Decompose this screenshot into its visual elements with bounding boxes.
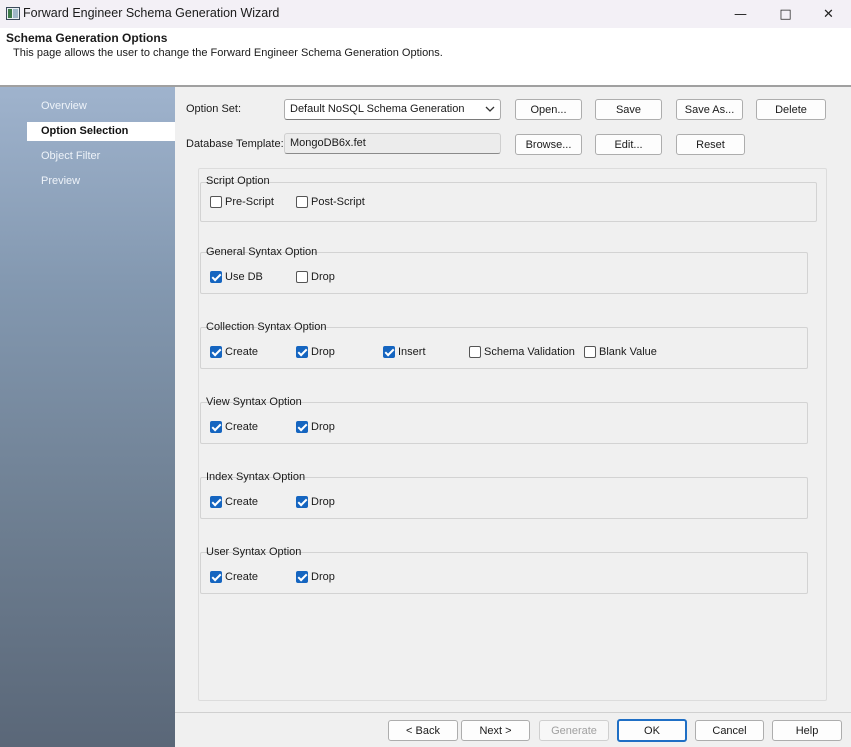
collection-drop-checkbox[interactable]: Drop bbox=[296, 346, 335, 358]
checkbox-box bbox=[210, 571, 222, 583]
app-icon bbox=[6, 7, 20, 20]
save-as-button[interactable]: Save As... bbox=[676, 99, 743, 120]
checkbox-box bbox=[296, 346, 308, 358]
user-syntax-group bbox=[200, 552, 808, 594]
checkbox-label: Insert bbox=[398, 346, 426, 358]
checkbox-box bbox=[210, 421, 222, 433]
collection-insert-checkbox[interactable]: Insert bbox=[383, 346, 426, 358]
collection-syntax-title: Collection Syntax Option bbox=[206, 321, 327, 333]
index-create-checkbox[interactable]: Create bbox=[210, 496, 258, 508]
open-button[interactable]: Open... bbox=[515, 99, 582, 120]
script-option-title: Script Option bbox=[206, 175, 270, 187]
back-button[interactable]: < Back bbox=[388, 720, 458, 741]
collection-create-checkbox[interactable]: Create bbox=[210, 346, 258, 358]
index-drop-checkbox[interactable]: Drop bbox=[296, 496, 335, 508]
ok-button[interactable]: OK bbox=[617, 719, 687, 742]
option-set-select[interactable]: Default NoSQL Schema Generation bbox=[284, 99, 501, 120]
checkbox-box bbox=[296, 571, 308, 583]
checkbox-label: Create bbox=[225, 421, 259, 433]
checkbox-box bbox=[296, 421, 308, 433]
sidebar-item-preview[interactable]: Preview bbox=[27, 172, 175, 191]
checkbox-box bbox=[210, 496, 222, 508]
pre-script-checkbox[interactable]: Pre-Script bbox=[210, 196, 274, 208]
checkbox-label: Pre-Script bbox=[225, 196, 274, 208]
view-syntax-group bbox=[200, 402, 808, 444]
checkbox-label: Create bbox=[225, 346, 259, 358]
user-drop-checkbox[interactable]: Drop bbox=[296, 571, 335, 583]
generate-button[interactable]: Generate bbox=[539, 720, 609, 741]
checkbox-label: Use DB bbox=[225, 271, 263, 283]
window-title: Forward Engineer Schema Generation Wizar… bbox=[23, 6, 280, 20]
collection-schema-validation-checkbox[interactable]: Schema Validation bbox=[469, 346, 575, 358]
view-create-checkbox[interactable]: Create bbox=[210, 421, 258, 433]
page-description: This page allows the user to change the … bbox=[13, 47, 443, 59]
collection-blank-value-checkbox[interactable]: Blank Value bbox=[584, 346, 657, 358]
checkbox-box bbox=[469, 346, 481, 358]
general-syntax-title: General Syntax Option bbox=[206, 246, 318, 258]
sidebar-item-object-filter[interactable]: Object Filter bbox=[27, 147, 175, 166]
view-syntax-title: View Syntax Option bbox=[206, 396, 302, 408]
checkbox-label: Post-Script bbox=[311, 196, 365, 208]
checkbox-box bbox=[383, 346, 395, 358]
checkbox-box bbox=[296, 196, 308, 208]
index-syntax-group bbox=[200, 477, 808, 519]
page-title: Schema Generation Options bbox=[6, 31, 168, 45]
post-script-checkbox[interactable]: Post-Script bbox=[296, 196, 365, 208]
script-option-group bbox=[200, 182, 817, 222]
help-button[interactable]: Help bbox=[772, 720, 842, 741]
view-drop-checkbox[interactable]: Drop bbox=[296, 421, 335, 433]
checkbox-label: Drop bbox=[311, 496, 335, 508]
user-syntax-title: User Syntax Option bbox=[206, 546, 302, 558]
footer-divider bbox=[175, 712, 851, 713]
browse-button[interactable]: Browse... bbox=[515, 134, 582, 155]
next-button[interactable]: Next > bbox=[461, 720, 530, 741]
cancel-button[interactable]: Cancel bbox=[695, 720, 764, 741]
option-set-label: Option Set: bbox=[186, 103, 242, 115]
general-syntax-group bbox=[200, 252, 808, 294]
close-button[interactable]: ✕ bbox=[806, 0, 851, 28]
checkbox-label: Schema Validation bbox=[484, 346, 575, 358]
sidebar-item-option-selection[interactable]: Option Selection bbox=[27, 122, 175, 141]
checkbox-box bbox=[210, 196, 222, 208]
index-syntax-title: Index Syntax Option bbox=[206, 471, 306, 483]
checkbox-box bbox=[210, 271, 222, 283]
general-use-db-checkbox[interactable]: Use DB bbox=[210, 271, 263, 283]
checkbox-box bbox=[210, 346, 222, 358]
checkbox-label: Blank Value bbox=[599, 346, 657, 358]
maximize-button[interactable]: □ bbox=[763, 0, 808, 28]
checkbox-label: Drop bbox=[311, 271, 335, 283]
sidebar-item-overview[interactable]: Overview bbox=[27, 97, 175, 116]
save-button[interactable]: Save bbox=[595, 99, 662, 120]
edit-button[interactable]: Edit... bbox=[595, 134, 662, 155]
checkbox-label: Drop bbox=[311, 421, 335, 433]
delete-button[interactable]: Delete bbox=[756, 99, 826, 120]
general-drop-checkbox[interactable]: Drop bbox=[296, 271, 335, 283]
minimize-button[interactable]: — bbox=[718, 0, 763, 28]
chevron-down-icon bbox=[485, 106, 495, 112]
user-create-checkbox[interactable]: Create bbox=[210, 571, 258, 583]
checkbox-label: Create bbox=[225, 571, 259, 583]
database-template-label: Database Template: bbox=[186, 138, 284, 150]
checkbox-label: Create bbox=[225, 496, 259, 508]
checkbox-label: Drop bbox=[311, 571, 335, 583]
database-template-field[interactable]: MongoDB6x.fet bbox=[284, 133, 501, 154]
checkbox-box bbox=[296, 271, 308, 283]
checkbox-box bbox=[296, 496, 308, 508]
reset-button[interactable]: Reset bbox=[676, 134, 745, 155]
checkbox-label: Drop bbox=[311, 346, 335, 358]
option-set-value: Default NoSQL Schema Generation bbox=[290, 103, 465, 115]
checkbox-box bbox=[584, 346, 596, 358]
